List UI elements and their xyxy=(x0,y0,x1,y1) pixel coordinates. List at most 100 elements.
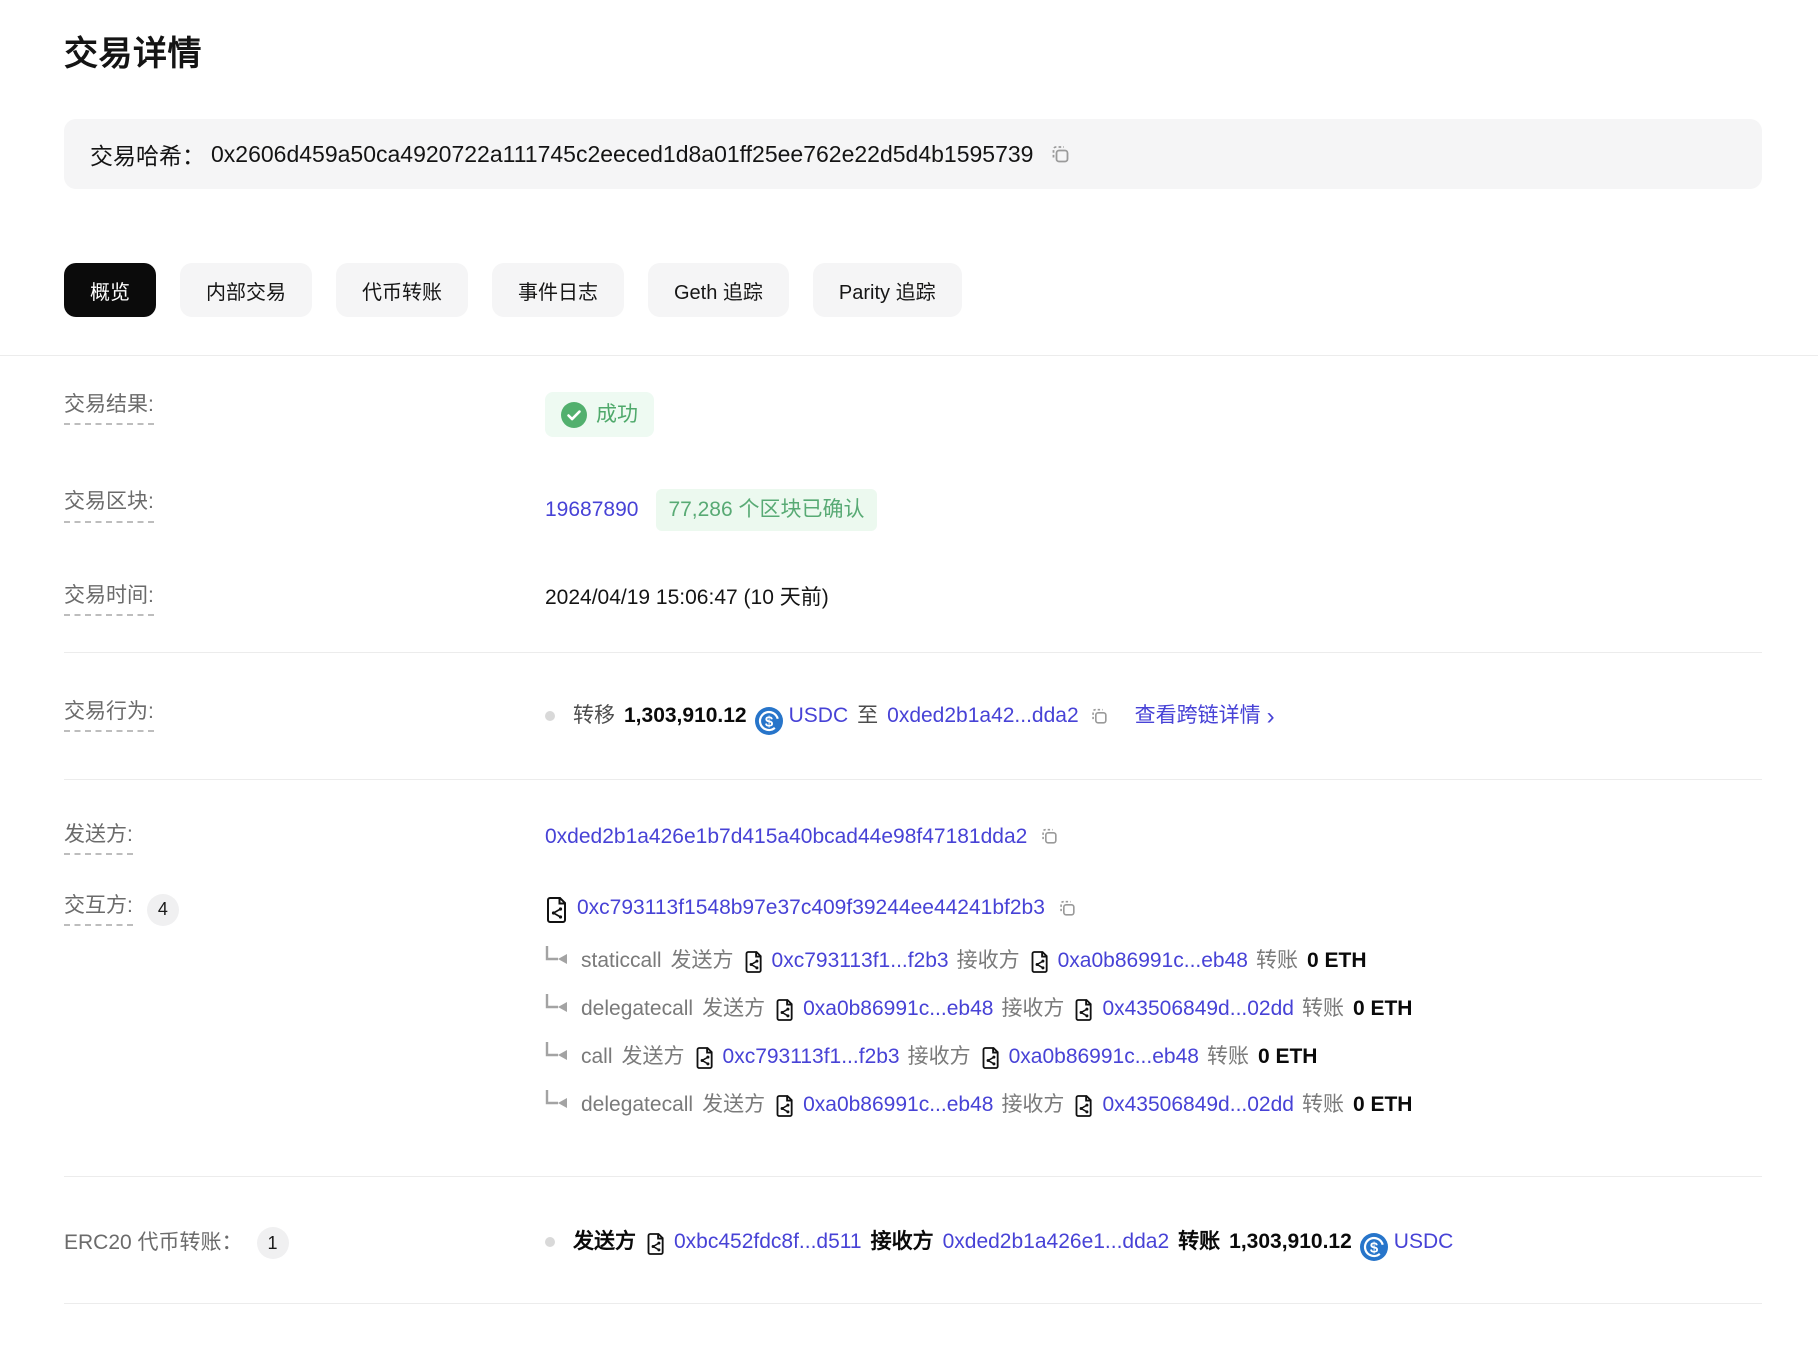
hash-label: 交易哈希： xyxy=(90,137,205,171)
contract-icon xyxy=(646,1232,666,1256)
row-transaction-result: 交易结果: 成功 xyxy=(64,366,1762,463)
result-label: 交易结果: xyxy=(64,392,154,425)
chevron-right-icon[interactable]: › xyxy=(1267,700,1275,734)
contract-icon xyxy=(1074,998,1094,1022)
bullet-icon xyxy=(545,1237,555,1247)
from-label: 发送方 xyxy=(702,994,765,1023)
to-label: 接收方 xyxy=(957,946,1020,975)
tab-bar: 概览 内部交易 代币转账 事件日志 Geth 追踪 Parity 追踪 xyxy=(64,263,1762,317)
transaction-hash-bar: 交易哈希： 0x2606d459a50ca4920722a111745c2eec… xyxy=(64,119,1762,189)
section-basic-info: 交易结果: 成功 交易区块: 19687890 xyxy=(64,356,1762,652)
call-from-address-link[interactable]: 0xc793113f1...f2b3 xyxy=(723,1042,900,1071)
copy-icon[interactable] xyxy=(1049,143,1071,165)
call-type: delegatecall xyxy=(581,994,693,1023)
transfer-label: 转账 xyxy=(1302,1090,1344,1119)
erc20-amount: 1,303,910.12 xyxy=(1229,1227,1352,1256)
copy-icon[interactable] xyxy=(1089,706,1109,726)
internal-call-row: call 发送方 0xc793113f1...f2b3 接收方 0xa0b869… xyxy=(545,1032,1412,1080)
from-label: 发送方 xyxy=(573,1227,636,1256)
tree-branch-icon xyxy=(545,1042,569,1062)
tree-branch-icon xyxy=(545,994,569,1014)
call-from-address-link[interactable]: 0xa0b86991c...eb48 xyxy=(803,1090,993,1119)
time-label: 交易时间: xyxy=(64,583,154,616)
contract-icon xyxy=(981,1046,1001,1070)
tab-token-transfers[interactable]: 代币转账 xyxy=(336,263,468,317)
usdc-icon: $ xyxy=(755,707,783,735)
internal-calls-list: staticcall 发送方 0xc793113f1...f2b3 接收方 0x… xyxy=(545,936,1412,1128)
tab-parity-trace[interactable]: Parity 追踪 xyxy=(813,263,962,317)
to-label: 接收方 xyxy=(1001,994,1064,1023)
call-type: delegatecall xyxy=(581,1090,693,1119)
tab-event-logs[interactable]: 事件日志 xyxy=(492,263,624,317)
to-label: 接收方 xyxy=(1001,1090,1064,1119)
transaction-detail-page: 交易详情 交易哈希： 0x2606d459a50ca4920722a111745… xyxy=(0,26,1818,1304)
row-sender: 发送方: 0xded2b1a426e1b7d415a40bcad44e98f47… xyxy=(64,796,1762,881)
usdc-icon: $ xyxy=(1360,1233,1388,1261)
action-verb: 转移 xyxy=(573,701,615,730)
transfer-label: 转账 xyxy=(1256,946,1298,975)
to-label: 接收方 xyxy=(871,1227,934,1256)
contract-icon xyxy=(545,896,569,924)
tab-internal-transactions[interactable]: 内部交易 xyxy=(180,263,312,317)
svg-text:$: $ xyxy=(764,713,773,730)
contract-icon xyxy=(775,1094,795,1118)
internal-call-row: delegatecall 发送方 0xa0b86991c...eb48 接收方 … xyxy=(545,984,1412,1032)
from-label: 发送方 xyxy=(671,946,734,975)
call-value: 0 ETH xyxy=(1258,1042,1318,1071)
row-interacted-with: 交互方: 4 0xc793113f1548 xyxy=(64,881,1762,1154)
call-to-address-link[interactable]: 0xa0b86991c...eb48 xyxy=(1058,946,1248,975)
erc20-from-address-link[interactable]: 0xbc452fdc8f...d511 xyxy=(674,1227,862,1256)
contract-icon xyxy=(1074,1094,1094,1118)
action-token-link[interactable]: USDC xyxy=(789,701,849,730)
call-value: 0 ETH xyxy=(1353,1090,1413,1119)
copy-icon[interactable] xyxy=(1039,826,1059,846)
internal-call-row: staticcall 发送方 0xc793113f1...f2b3 接收方 0x… xyxy=(545,936,1412,984)
tab-overview[interactable]: 概览 xyxy=(64,263,156,317)
interacted-count-badge: 4 xyxy=(147,894,179,926)
sender-address-link[interactable]: 0xded2b1a426e1b7d415a40bcad44e98f47181dd… xyxy=(545,822,1027,851)
sender-label: 发送方: xyxy=(64,822,133,855)
status-text: 成功 xyxy=(596,400,638,429)
block-number-link[interactable]: 19687890 xyxy=(545,495,638,524)
interacted-address-link[interactable]: 0xc793113f1548b97e37c409f39244ee44241bf2… xyxy=(577,893,1045,922)
tab-geth-trace[interactable]: Geth 追踪 xyxy=(648,263,789,317)
section-erc20-transfers: ERC20 代币转账： 1 发送方 0xbc452fdc8f...d511 接收… xyxy=(64,1177,1762,1303)
time-value: 2024/04/19 15:06:47 (10 天前) xyxy=(545,583,829,612)
block-label: 交易区块: xyxy=(64,489,154,522)
call-from-address-link[interactable]: 0xc793113f1...f2b3 xyxy=(772,946,949,975)
action-to-address-link[interactable]: 0xded2b1a42...dda2 xyxy=(887,701,1079,730)
internal-call-row: delegatecall 发送方 0xa0b86991c...eb48 接收方 … xyxy=(545,1080,1412,1128)
contract-icon xyxy=(775,998,795,1022)
crosschain-detail-link[interactable]: 查看跨链详情 xyxy=(1135,701,1261,730)
call-to-address-link[interactable]: 0x43506849d...02dd xyxy=(1102,994,1294,1023)
call-to-address-link[interactable]: 0xa0b86991c...eb48 xyxy=(1009,1042,1199,1071)
block-confirmations-badge: 77,286 个区块已确认 xyxy=(656,489,876,530)
section-action: 交易行为: 转移 1,303,910.12 $ USDC 至 0 xyxy=(64,653,1762,779)
call-type: call xyxy=(581,1042,613,1071)
transfer-label: 转账 xyxy=(1178,1227,1220,1256)
svg-text:$: $ xyxy=(1370,1239,1379,1256)
from-label: 发送方 xyxy=(702,1090,765,1119)
erc20-to-address-link[interactable]: 0xded2b1a426e1...dda2 xyxy=(943,1227,1170,1256)
row-transaction-time: 交易时间: 2024/04/19 15:06:47 (10 天前) xyxy=(64,557,1762,642)
action-to-word: 至 xyxy=(857,701,878,730)
from-label: 发送方 xyxy=(622,1042,685,1071)
call-from-address-link[interactable]: 0xa0b86991c...eb48 xyxy=(803,994,993,1023)
erc20-count-badge: 1 xyxy=(257,1227,289,1259)
row-erc20-transfer: ERC20 代币转账： 1 发送方 0xbc452fdc8f...d511 接收… xyxy=(64,1201,1762,1285)
bullet-icon xyxy=(545,711,555,721)
status-badge-success: 成功 xyxy=(545,392,654,437)
call-to-address-link[interactable]: 0x43506849d...02dd xyxy=(1102,1090,1294,1119)
tree-branch-icon xyxy=(545,946,569,966)
copy-icon[interactable] xyxy=(1057,898,1077,918)
erc20-token-link[interactable]: USDC xyxy=(1394,1227,1454,1256)
transfer-label: 转账 xyxy=(1302,994,1344,1023)
action-amount: 1,303,910.12 xyxy=(624,701,747,730)
call-value: 0 ETH xyxy=(1353,994,1413,1023)
row-transaction-block: 交易区块: 19687890 77,286 个区块已确认 xyxy=(64,463,1762,556)
contract-icon xyxy=(695,1046,715,1070)
contract-icon xyxy=(1030,950,1050,974)
section-parties: 发送方: 0xded2b1a426e1b7d415a40bcad44e98f47… xyxy=(64,780,1762,1177)
call-value: 0 ETH xyxy=(1307,946,1367,975)
tree-branch-icon xyxy=(545,1090,569,1110)
